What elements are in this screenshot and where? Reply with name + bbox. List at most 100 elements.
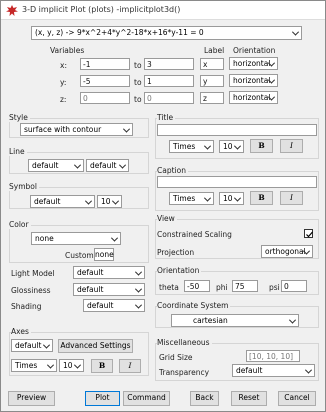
- y-orientation-value: horizontal: [233, 76, 271, 85]
- symbol-size-value: 10: [101, 197, 111, 206]
- axes-select[interactable]: default: [11, 339, 53, 352]
- grid-size-input[interactable]: [10, 10, 10]: [246, 350, 300, 362]
- plot-button[interactable]: Plot: [85, 391, 120, 406]
- glossiness-select[interactable]: default: [73, 283, 145, 296]
- x-from-field[interactable]: -1: [80, 58, 130, 70]
- x-to-label: to: [134, 61, 142, 70]
- plot-label: Plot: [95, 393, 110, 402]
- line-thickness-select[interactable]: default: [86, 159, 129, 172]
- checkmark-icon: [306, 231, 313, 238]
- title-bold-button[interactable]: B: [250, 139, 273, 153]
- theta-label: theta: [159, 283, 179, 292]
- color-select[interactable]: none: [31, 232, 121, 245]
- line-style-value: default: [32, 161, 59, 170]
- light-model-select[interactable]: default: [73, 266, 145, 279]
- caption-bold-button[interactable]: B: [250, 191, 273, 205]
- chevron-down-icon: [134, 268, 143, 276]
- chevron-down-icon: [291, 28, 300, 36]
- transparency-select[interactable]: default: [232, 364, 315, 377]
- z-to-field[interactable]: 0: [144, 92, 194, 104]
- constrained-scaling-checkbox[interactable]: [304, 229, 313, 238]
- variables-header: Variables: [50, 46, 85, 55]
- cancel-label: Cancel: [284, 393, 310, 402]
- chevron-down-icon: [111, 197, 120, 205]
- axes-font-value: Times: [15, 361, 38, 370]
- reset-label: Reset: [238, 393, 260, 402]
- line-style-select[interactable]: default: [28, 159, 84, 172]
- title-italic-button[interactable]: I: [280, 139, 303, 153]
- cancel-button[interactable]: Cancel: [278, 391, 316, 406]
- back-label: Back: [195, 393, 214, 402]
- y-to-field[interactable]: 1: [144, 75, 194, 87]
- x-orientation-select[interactable]: horizontal: [229, 57, 278, 70]
- x-to-field[interactable]: 3: [144, 58, 194, 70]
- shading-select[interactable]: default: [83, 299, 145, 312]
- chevron-down-icon: [233, 194, 242, 202]
- x-axis-label-field[interactable]: x: [200, 58, 224, 70]
- title-input[interactable]: [157, 124, 317, 136]
- symbol-label: Symbol: [9, 182, 39, 191]
- transparency-label: Transparency: [159, 368, 210, 377]
- z-to-label: to: [134, 95, 142, 104]
- line-thickness-value: default: [90, 161, 117, 170]
- z-from-field[interactable]: 0: [80, 92, 130, 104]
- caption-section-label: Caption: [157, 166, 188, 175]
- title-font-select[interactable]: Times: [169, 140, 214, 153]
- caption-font-value: Times: [173, 194, 196, 203]
- window-title: 3-D implicit Plot (plots) -implicitplot3…: [22, 5, 181, 14]
- axes-font-size-select[interactable]: 10: [59, 359, 84, 372]
- axes-italic-button[interactable]: I: [119, 359, 141, 373]
- advanced-settings-button[interactable]: Advanced Settings: [58, 339, 133, 353]
- label-header: Label: [204, 46, 225, 55]
- chevron-down-icon: [203, 194, 212, 202]
- y-orientation-select[interactable]: horizontal: [229, 74, 278, 87]
- z-orientation-select[interactable]: horizontal: [229, 91, 278, 104]
- chevron-down-icon: [73, 161, 82, 169]
- chevron-down-icon: [118, 161, 127, 169]
- maple-leaf-icon: [6, 5, 18, 16]
- glossiness-value: default: [77, 285, 104, 294]
- axes-bold-button[interactable]: B: [91, 359, 113, 373]
- z-axis-label-field[interactable]: z: [200, 92, 224, 104]
- projection-value: orthogonal: [265, 247, 306, 256]
- var-y-label: y:: [60, 78, 67, 87]
- caption-font-select[interactable]: Times: [169, 192, 214, 205]
- preview-button[interactable]: Preview: [8, 391, 55, 406]
- y-axis-label-field[interactable]: y: [200, 75, 224, 87]
- symbol-select[interactable]: default: [30, 195, 95, 208]
- chevron-down-icon: [288, 316, 297, 324]
- back-button[interactable]: Back: [190, 391, 219, 406]
- coordinate-system-select[interactable]: cartesian: [171, 314, 299, 327]
- bold-glyph: B: [258, 141, 265, 150]
- glossiness-label: Glossiness: [11, 286, 51, 295]
- custom-color-button[interactable]: none: [94, 248, 114, 261]
- axes-font-select[interactable]: Times: [11, 359, 57, 372]
- projection-label: Projection: [157, 248, 195, 257]
- z-orientation-value: horizontal: [233, 93, 271, 102]
- axes-label: Axes: [11, 327, 31, 336]
- projection-select[interactable]: orthogonal: [261, 245, 313, 258]
- psi-label: psi: [269, 283, 280, 292]
- symbol-size-select[interactable]: 10: [97, 195, 122, 208]
- caption-italic-button[interactable]: I: [280, 191, 303, 205]
- psi-input[interactable]: 0: [281, 280, 307, 292]
- caption-input[interactable]: [157, 176, 317, 188]
- light-model-value: default: [77, 268, 104, 277]
- title-font-size-select[interactable]: 10: [219, 140, 244, 153]
- italic-glyph: I: [290, 193, 293, 202]
- y-from-field[interactable]: -5: [80, 75, 130, 87]
- plot-dialog-window: 3-D implicit Plot (plots) -implicitplot3…: [0, 0, 326, 412]
- var-z-label: z:: [60, 95, 67, 104]
- command-button[interactable]: Command: [123, 391, 170, 406]
- chevron-down-icon: [110, 234, 119, 242]
- caption-font-size-select[interactable]: 10: [219, 192, 244, 205]
- expression-select[interactable]: (x, y, z) -> 9*x^2+4*y^2-18*x+16*y-11 = …: [31, 26, 302, 40]
- theta-input[interactable]: -50: [184, 280, 210, 292]
- symbol-value: default: [34, 197, 61, 206]
- preview-label: Preview: [16, 393, 47, 402]
- style-select[interactable]: surface with contour: [20, 123, 133, 136]
- reset-button[interactable]: Reset: [231, 391, 267, 406]
- phi-input[interactable]: 75: [232, 280, 258, 292]
- chevron-down-icon: [134, 301, 143, 309]
- y-to-label: to: [134, 78, 142, 87]
